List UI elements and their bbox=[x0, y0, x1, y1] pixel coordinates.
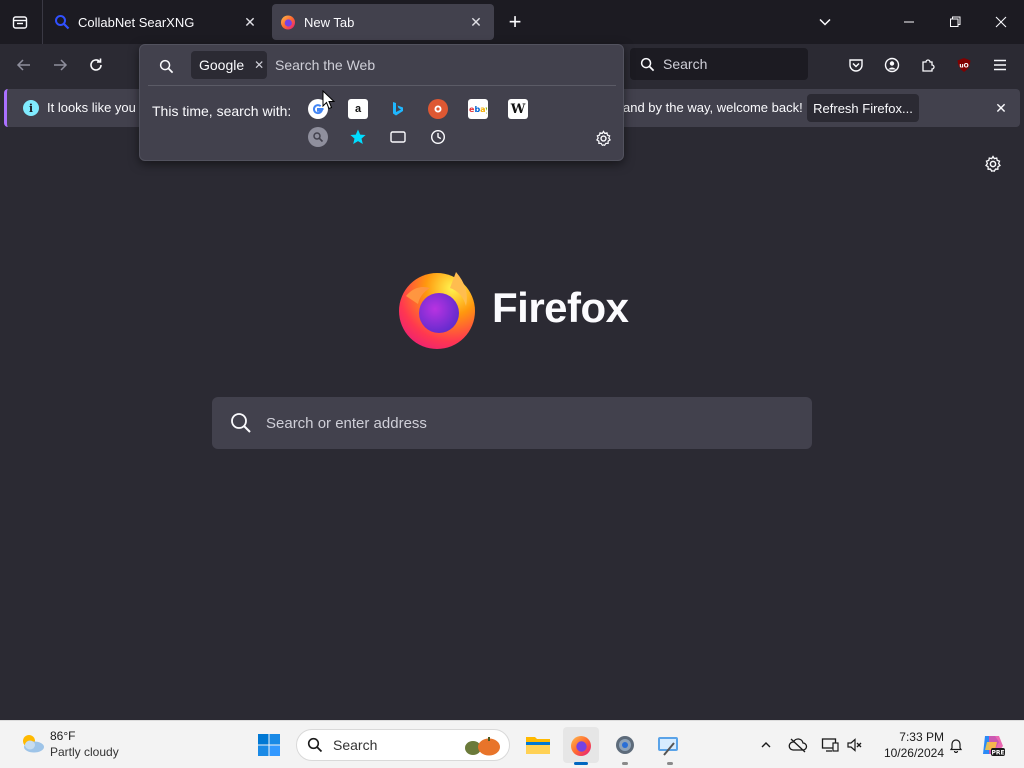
volume-muted-icon[interactable] bbox=[843, 733, 867, 757]
firefox-logo-icon bbox=[399, 272, 475, 349]
close-window-icon[interactable] bbox=[978, 0, 1024, 44]
forward-arrow-icon[interactable] bbox=[45, 50, 75, 80]
weather-temperature[interactable]: 86°F bbox=[50, 729, 75, 743]
svg-text:PRE: PRE bbox=[991, 750, 1004, 757]
weather-description[interactable]: Partly cloudy bbox=[50, 745, 119, 759]
extensions-puzzle-icon[interactable] bbox=[913, 50, 943, 80]
newtab-search-input[interactable]: Search or enter address bbox=[212, 397, 812, 449]
firefox-view-button[interactable] bbox=[6, 8, 34, 36]
open-app-indicator bbox=[667, 762, 673, 765]
tab-close-icon[interactable]: ✕ bbox=[466, 12, 486, 32]
search-icon bbox=[640, 57, 655, 71]
tab-title: CollabNet SearXNG bbox=[78, 14, 195, 30]
notification-message-end: and by the way, welcome back! bbox=[623, 100, 803, 115]
copilot-pre-icon[interactable]: PRE bbox=[978, 731, 1006, 759]
back-arrow-icon[interactable] bbox=[9, 50, 39, 80]
new-tab-plus-icon[interactable]: + bbox=[502, 9, 528, 35]
search-icon bbox=[231, 413, 251, 433]
tab-new-tab[interactable]: New Tab ✕ bbox=[272, 4, 494, 40]
svg-text:ebay: ebay bbox=[469, 105, 487, 114]
search-icon bbox=[156, 56, 176, 76]
search-highlight-pumpkin-icon bbox=[465, 737, 500, 756]
searxng-icon[interactable] bbox=[308, 127, 328, 147]
ebay-icon[interactable]: ebay bbox=[468, 99, 488, 119]
open-app-indicator bbox=[622, 762, 628, 765]
newtab-search-placeholder: Search or enter address bbox=[266, 414, 427, 432]
svg-text:uO: uO bbox=[959, 63, 968, 70]
bookmarks-star-icon[interactable] bbox=[348, 127, 368, 147]
restore-icon[interactable] bbox=[932, 0, 978, 44]
history-icon[interactable] bbox=[428, 127, 448, 147]
toolbar-search-placeholder: Search bbox=[663, 56, 708, 72]
wikipedia-icon[interactable]: W bbox=[508, 99, 528, 119]
search-settings-gear-icon[interactable] bbox=[593, 128, 613, 148]
taskbar-search-input[interactable]: Search bbox=[296, 729, 510, 761]
search-engine-chip[interactable]: Google ✕ bbox=[191, 51, 267, 79]
search-with-label: This time, search with: bbox=[152, 103, 292, 119]
newtab-settings-gear-icon[interactable] bbox=[982, 153, 1004, 175]
display-network-icon[interactable] bbox=[818, 733, 842, 757]
engine-chip-label: Google bbox=[199, 57, 245, 73]
notification-message-start: It looks like you ha bbox=[47, 100, 143, 115]
chip-remove-icon[interactable]: ✕ bbox=[254, 58, 264, 72]
firefox-view-icon bbox=[12, 16, 28, 29]
searxng-search-icon bbox=[54, 14, 70, 30]
account-icon[interactable] bbox=[877, 50, 907, 80]
tab-searxng[interactable]: CollabNet SearXNG ✕ bbox=[46, 4, 268, 40]
reload-icon[interactable] bbox=[81, 50, 111, 80]
firefox-wordmark: Firefox bbox=[492, 284, 629, 331]
system-clock[interactable]: 7:33 PM 10/26/2024 bbox=[872, 729, 944, 761]
windows-start-icon[interactable] bbox=[251, 727, 287, 763]
active-app-indicator bbox=[574, 762, 588, 765]
info-icon: i bbox=[23, 100, 39, 116]
urlbar-dropdown: Google ✕ Search the Web This time, searc… bbox=[139, 44, 624, 161]
firefox-taskbar-icon[interactable] bbox=[563, 727, 599, 763]
taskbar-search-label: Search bbox=[333, 737, 378, 753]
pocket-icon[interactable] bbox=[841, 50, 871, 80]
mouse-cursor-icon bbox=[322, 90, 336, 110]
file-explorer-icon[interactable] bbox=[520, 727, 556, 763]
show-hidden-icons-chevron-icon[interactable] bbox=[754, 733, 778, 757]
onedrive-offline-icon[interactable] bbox=[786, 733, 810, 757]
tab-separator bbox=[42, 0, 43, 44]
snipping-tool-icon[interactable] bbox=[651, 727, 687, 763]
minimize-icon[interactable] bbox=[886, 0, 932, 44]
amazon-icon[interactable]: a bbox=[348, 99, 368, 119]
tab-strip: CollabNet SearXNG ✕ New Tab ✕ + bbox=[0, 0, 1024, 44]
notification-bell-icon[interactable] bbox=[944, 733, 968, 757]
windows-taskbar: 86°F Partly cloudy Search 7:33 PM 10/26/… bbox=[0, 720, 1024, 768]
notification-close-icon[interactable]: ✕ bbox=[991, 98, 1011, 118]
bing-icon[interactable] bbox=[388, 99, 408, 119]
tab-title: New Tab bbox=[304, 14, 355, 30]
tabs-icon[interactable] bbox=[388, 127, 408, 147]
hamburger-menu-icon[interactable] bbox=[985, 50, 1015, 80]
clock-date: 10/26/2024 bbox=[883, 746, 944, 760]
tab-close-icon[interactable]: ✕ bbox=[240, 12, 260, 32]
partly-cloudy-weather-icon[interactable] bbox=[18, 731, 46, 755]
settings-gear-app-icon[interactable] bbox=[607, 727, 643, 763]
divider bbox=[148, 85, 616, 86]
duckduckgo-icon[interactable] bbox=[428, 99, 448, 119]
clock-time: 7:33 PM bbox=[899, 730, 944, 744]
ublock-origin-icon[interactable]: uO bbox=[949, 50, 979, 80]
toolbar-search-input[interactable]: Search bbox=[630, 48, 808, 80]
search-icon bbox=[307, 737, 323, 753]
list-all-tabs-chevron-icon[interactable] bbox=[812, 9, 838, 35]
urlbar-input[interactable]: Search the Web bbox=[275, 57, 375, 73]
refresh-firefox-button[interactable]: Refresh Firefox... bbox=[807, 94, 919, 122]
firefox-logo-icon bbox=[280, 14, 296, 30]
